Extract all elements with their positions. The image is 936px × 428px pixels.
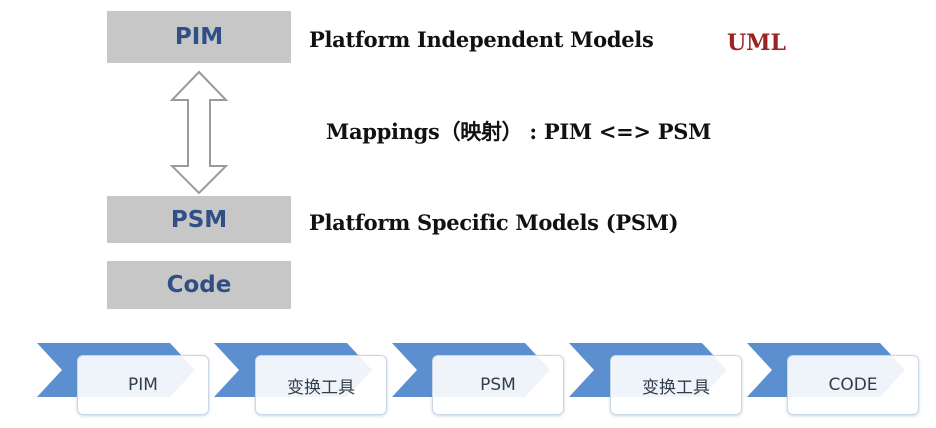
flow-step-label: CODE [828,375,878,395]
flow-step-transform-2: 变换工具 [610,355,742,415]
flow-step-transform-1: 变换工具 [255,355,387,415]
flow-step-psm: PSM [432,355,564,415]
uml-label: UML [727,30,787,56]
pim-box-label: PIM [174,24,224,50]
double-arrow-icon [170,70,228,195]
code-box: Code [107,261,291,309]
psm-box-label: PSM [170,206,228,233]
mapping-label: Mappings（映射） : PIM <=> PSM [326,119,712,144]
code-box-label: Code [166,272,232,298]
flow-step-pim: PIM [77,355,209,415]
psm-description: Platform Specific Models (PSM) [309,210,679,235]
psm-box: PSM [107,196,291,243]
flow-step-label: 变换工具 [642,377,710,398]
flow-step-label: 变换工具 [287,377,355,398]
pim-description: Platform Independent Models [309,27,654,52]
flow-step-code: CODE [787,355,919,415]
pim-box: PIM [107,11,291,63]
flow-step-label: PSM [480,375,516,395]
flow-step-label: PIM [128,375,158,395]
